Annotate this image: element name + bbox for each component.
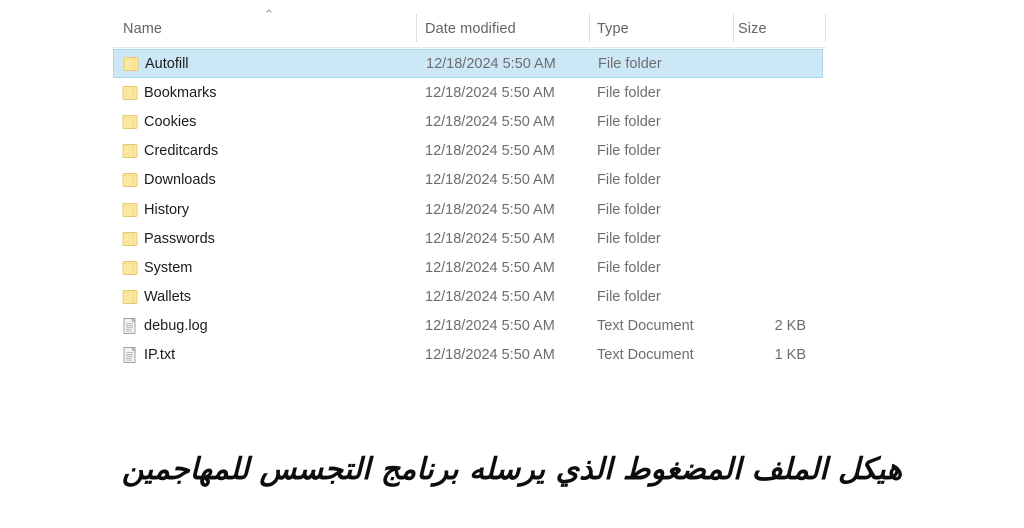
date-modified-cell: 12/18/2024 5:50 AM	[425, 172, 555, 189]
column-divider[interactable]	[825, 14, 826, 42]
document-icon	[122, 346, 139, 364]
size-cell: 2 KB	[774, 318, 806, 335]
chevron-up-icon: ⌃	[263, 8, 275, 23]
folder-icon	[122, 230, 139, 248]
column-header-date-modified[interactable]: Date modified	[425, 21, 516, 37]
date-modified-cell: 12/18/2024 5:50 AM	[425, 318, 555, 335]
file-row[interactable]: Bookmarks 12/18/2024 5:50 AM File folder	[113, 78, 823, 107]
date-modified-cell: 12/18/2024 5:50 AM	[425, 113, 555, 130]
date-modified-cell: 12/18/2024 5:50 AM	[425, 230, 555, 247]
column-header-size[interactable]: Size	[738, 21, 767, 37]
file-name-cell: History	[144, 201, 190, 218]
file-name-cell: Passwords	[144, 230, 215, 247]
file-row[interactable]: Autofill 12/18/2024 5:50 AM File folder	[113, 49, 823, 79]
file-row[interactable]: Passwords 12/18/2024 5:50 AM File folder	[113, 224, 823, 253]
document-icon	[122, 317, 139, 335]
date-modified-cell: 12/18/2024 5:50 AM	[425, 201, 555, 218]
file-list-pane[interactable]: Name Date modified Type Size ⌃ Autofill 1…	[113, 0, 827, 400]
file-row[interactable]: History 12/18/2024 5:50 AM File folder	[113, 195, 823, 224]
type-cell: File folder	[597, 172, 661, 189]
folder-icon	[122, 142, 139, 160]
date-modified-cell: 12/18/2024 5:50 AM	[425, 347, 555, 364]
file-name-cell: Creditcards	[144, 143, 219, 160]
type-cell: File folder	[597, 113, 661, 130]
type-cell: File folder	[597, 143, 661, 160]
file-name-cell: IP.txt	[144, 347, 176, 364]
type-cell: Text Document	[597, 347, 694, 364]
type-cell: Text Document	[597, 318, 694, 335]
folder-icon	[122, 259, 139, 277]
file-row[interactable]: Cookies 12/18/2024 5:50 AM File folder	[113, 107, 823, 136]
column-divider[interactable]	[589, 14, 590, 42]
file-name-cell: Cookies	[144, 113, 197, 130]
column-header-name[interactable]: Name	[123, 21, 162, 37]
file-name-cell: Wallets	[144, 289, 191, 306]
type-cell: File folder	[598, 55, 662, 72]
file-name-cell: Bookmarks	[144, 84, 217, 101]
folder-icon	[122, 113, 139, 131]
date-modified-cell: 12/18/2024 5:50 AM	[425, 84, 555, 101]
type-cell: File folder	[597, 201, 661, 218]
file-name-cell: Autofill	[145, 55, 189, 72]
figure-caption: هيكل الملف المضغوط الذي يرسله برنامج الت…	[121, 452, 903, 487]
folder-icon	[122, 201, 139, 219]
folder-icon	[123, 55, 140, 73]
date-modified-cell: 12/18/2024 5:50 AM	[425, 289, 555, 306]
file-row[interactable]: Downloads 12/18/2024 5:50 AM File folder	[113, 166, 823, 195]
type-cell: File folder	[597, 289, 661, 306]
folder-icon	[122, 288, 139, 306]
file-rows: Autofill 12/18/2024 5:50 AM File folder Boo…	[113, 49, 827, 370]
type-cell: File folder	[597, 259, 661, 276]
date-modified-cell: 12/18/2024 5:50 AM	[425, 143, 555, 160]
file-row[interactable]: IP.txt 12/18/2024 5:50 AM Text Document 1 K…	[113, 341, 823, 370]
type-cell: File folder	[597, 84, 661, 101]
file-row[interactable]: debug.log 12/18/2024 5:50 AM Text Document…	[113, 312, 823, 341]
header-underline	[113, 47, 825, 48]
date-modified-cell: 12/18/2024 5:50 AM	[425, 259, 555, 276]
size-cell: 1 KB	[774, 347, 806, 364]
column-header-row[interactable]: Name Date modified Type Size ⌃	[113, 0, 827, 48]
file-name-cell: debug.log	[144, 318, 208, 335]
file-row[interactable]: Creditcards 12/18/2024 5:50 AM File folder	[113, 137, 823, 166]
file-row[interactable]: System 12/18/2024 5:50 AM File folder	[113, 253, 823, 282]
date-modified-cell: 12/18/2024 5:50 AM	[426, 55, 556, 72]
column-header-type[interactable]: Type	[597, 21, 629, 37]
column-divider[interactable]	[416, 14, 417, 42]
file-name-cell: Downloads	[144, 172, 216, 189]
folder-icon	[122, 171, 139, 189]
file-row[interactable]: Wallets 12/18/2024 5:50 AM File folder	[113, 283, 823, 312]
column-divider[interactable]	[733, 14, 734, 42]
file-name-cell: System	[144, 259, 193, 276]
folder-icon	[122, 84, 139, 102]
type-cell: File folder	[597, 230, 661, 247]
